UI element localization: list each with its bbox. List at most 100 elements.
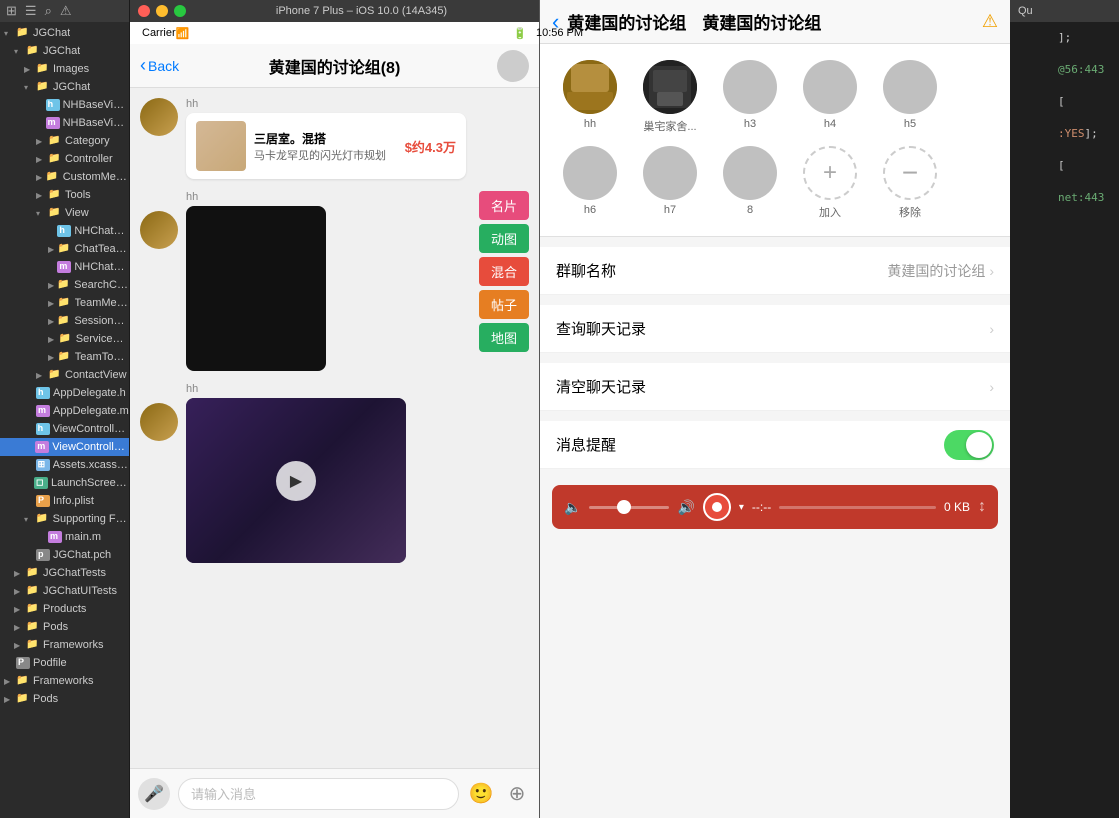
add-member-button[interactable]: + 加入: [796, 146, 864, 220]
add-button[interactable]: ⊕: [503, 780, 531, 808]
tree-item-main-m[interactable]: m main.m: [0, 528, 129, 546]
tree-item-supporting-files[interactable]: ▾ 📁 Supporting Files: [0, 510, 129, 528]
tree-item-viewcontroller-h[interactable]: h ViewController.h: [0, 420, 129, 438]
member-8[interactable]: 8: [716, 146, 784, 220]
tree-item-frameworks2[interactable]: ▶ 📁 Frameworks: [0, 672, 129, 690]
member-h4[interactable]: h4: [796, 60, 864, 134]
tree-item-controller[interactable]: ▶ 📁 Controller: [0, 150, 129, 168]
query-history-row[interactable]: 查询聊天记录 ›: [540, 305, 1010, 353]
tree-item-chatteamto[interactable]: ▶ 📁 ChatTeamTo...: [0, 240, 129, 258]
tree-item-teamtopvie[interactable]: ▶ 📁 TeamTopVie...: [0, 348, 129, 366]
chat-video[interactable]: ▶: [186, 398, 406, 563]
member-h6[interactable]: h6: [556, 146, 624, 220]
mic-button[interactable]: 🎤: [138, 778, 170, 810]
tree-item-assets[interactable]: ⊞ Assets.xcassets: [0, 456, 129, 474]
tree-item-appdelegate-m[interactable]: m AppDelegate.m: [0, 402, 129, 420]
tree-item-jgchattests[interactable]: ▶ 📁 JGChatTests: [0, 564, 129, 582]
record-button[interactable]: [703, 493, 731, 521]
tree-item-category[interactable]: ▶ 📁 Category: [0, 132, 129, 150]
maximize-button[interactable]: [174, 5, 186, 17]
tree-label: main.m: [65, 531, 101, 543]
chat-message-product: hh 三居室。混搭 马卡龙罕见的闪光灯市规划 $约4.3万: [140, 98, 529, 179]
tree-label: Controller: [65, 153, 113, 165]
member-h5[interactable]: h5: [876, 60, 944, 134]
tree-item-viewcontroller-m[interactable]: m ViewController.m: [0, 438, 129, 456]
tree-item-frameworks[interactable]: ▶ 📁 Frameworks: [0, 636, 129, 654]
tree-item-pods2[interactable]: ▶ 📁 Pods: [0, 690, 129, 708]
tree-label: ViewController.m: [52, 441, 129, 453]
tree-item-images[interactable]: ▶ 📁 Images: [0, 60, 129, 78]
emoji-button[interactable]: 🙂: [467, 780, 495, 808]
tree-item-products[interactable]: ▶ 📁 Products: [0, 600, 129, 618]
file-podfile-icon: P: [16, 657, 30, 669]
audio-waveform: [779, 506, 936, 509]
file-pch-icon: p: [36, 549, 50, 561]
product-desc: 马卡龙罕见的闪光灯市规划: [254, 147, 397, 163]
tree-item-jgchat-pch[interactable]: p JGChat.pch: [0, 546, 129, 564]
tree-item-jgchat2[interactable]: ▾ 📁 JGChat: [0, 78, 129, 96]
code-content: net:443: [1058, 190, 1104, 206]
tree-item-tools[interactable]: ▶ 📁 Tools: [0, 186, 129, 204]
battery-icon: 🔋: [513, 27, 527, 40]
quick-reply-map[interactable]: 地图: [479, 323, 529, 352]
tree-item-nhbaseviewco-h[interactable]: h NHBaseViewCo...: [0, 96, 129, 114]
expand-arrow: ▶: [36, 371, 46, 380]
tree-item-jgchat-root[interactable]: ▾ 📁 JGChat: [0, 24, 129, 42]
tree-item-info-plist[interactable]: P Info.plist: [0, 492, 129, 510]
folder-icon: 📁: [26, 45, 40, 57]
tree-item-contactview[interactable]: ▶ 📁 ContactView: [0, 366, 129, 384]
tree-item-teammembe[interactable]: ▶ 📁 TeamMembe...: [0, 294, 129, 312]
member-avatar-h6: [563, 146, 617, 200]
code-content: [1058, 46, 1065, 62]
quick-reply-mixed[interactable]: 混合: [479, 257, 529, 286]
tree-item-pods[interactable]: ▶ 📁 Pods: [0, 618, 129, 636]
expand-arrow: ▾: [24, 83, 34, 92]
quick-reply-business-card[interactable]: 名片: [479, 191, 529, 220]
code-content: @56:443: [1058, 62, 1104, 78]
notification-section: 消息提醒: [540, 421, 1010, 469]
tree-item-podfile[interactable]: P Podfile: [0, 654, 129, 672]
tree-item-sessionlistf[interactable]: ▶ 📁 SessionListFi...: [0, 312, 129, 330]
clear-history-row[interactable]: 清空聊天记录 ›: [540, 363, 1010, 411]
tree-item-appdelegate-h[interactable]: h AppDelegate.h: [0, 384, 129, 402]
member-cz[interactable]: 巢宅家舍...: [636, 60, 704, 134]
file-m-icon: m: [46, 117, 60, 129]
remove-label: 移除: [899, 204, 921, 220]
volume-high-icon: 🔊: [677, 499, 694, 516]
file-assets-icon: ⊞: [36, 459, 50, 471]
chat-image: [186, 206, 326, 371]
member-h3[interactable]: h3: [716, 60, 784, 134]
code-area[interactable]: ]; @56:443 [ :YES];: [1010, 22, 1119, 818]
tree-item-nhchatmess-m[interactable]: m NHChatMess...: [0, 258, 129, 276]
line-number: [1018, 46, 1046, 62]
notification-toggle[interactable]: [944, 430, 994, 460]
carrier-label: Carrier: [142, 27, 176, 39]
folder-icon: ⊞: [6, 3, 17, 19]
quick-reply-gif[interactable]: 动图: [479, 224, 529, 253]
group-name-row[interactable]: 群聊名称 黄建国的讨论组 ›: [540, 247, 1010, 295]
member-hh[interactable]: hh: [556, 60, 624, 134]
expand-arrow: ▶: [14, 641, 24, 650]
remove-member-button[interactable]: − 移除: [876, 146, 944, 220]
tree-item-jgchat[interactable]: ▾ 📁 JGChat: [0, 42, 129, 60]
tree-item-servicecard[interactable]: ▶ 📁 ServiceCard: [0, 330, 129, 348]
chat-text-input[interactable]: 请输入消息: [178, 778, 459, 810]
quick-reply-sticker[interactable]: 帖子: [479, 290, 529, 319]
tree-item-view[interactable]: ▾ 📁 View: [0, 204, 129, 222]
minimize-button[interactable]: [156, 5, 168, 17]
member-h7[interactable]: h7: [636, 146, 704, 220]
tree-item-nhbaseviewco-m[interactable]: m NHBaseViewCo...: [0, 114, 129, 132]
back-button[interactable]: ‹ Back: [140, 55, 179, 76]
tree-item-searchchatm[interactable]: ▶ 📁 SearchChatM...: [0, 276, 129, 294]
tree-label: JGChatUITests: [43, 585, 117, 597]
tree-item-custommessag[interactable]: ▶ 📁 CustomMessag...: [0, 168, 129, 186]
close-button[interactable]: [138, 5, 150, 17]
tree-item-nhchatmess-h[interactable]: h NHChatMess...: [0, 222, 129, 240]
play-button-icon[interactable]: ▶: [276, 461, 316, 501]
tree-item-launchscreen[interactable]: ◻ LaunchScreen.sto...: [0, 474, 129, 492]
tree-item-jgchatuitests[interactable]: ▶ 📁 JGChatUITests: [0, 582, 129, 600]
file-m-icon: m: [57, 261, 71, 273]
member-avatar-cz: [643, 60, 697, 114]
volume-slider[interactable]: [589, 506, 669, 509]
dropdown-arrow-icon[interactable]: ▾: [739, 502, 744, 513]
